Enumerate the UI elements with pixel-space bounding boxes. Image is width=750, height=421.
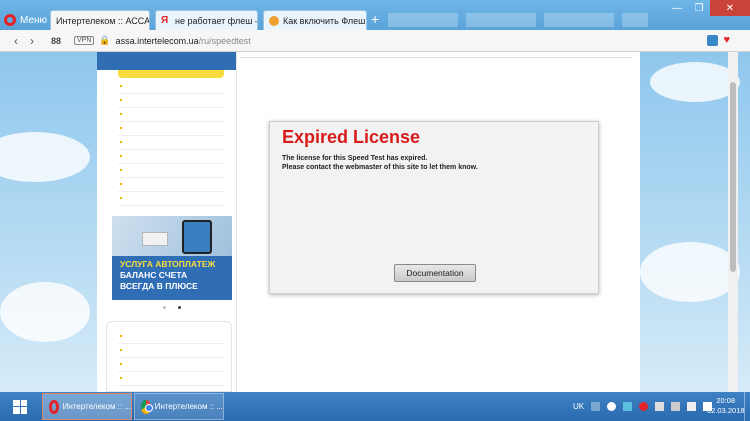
tab-intertelecom[interactable]: Интертелеком :: АССА ✕ [50, 10, 150, 30]
background-tab-area [388, 13, 648, 27]
site-layer: УСЛУГА АВТОПЛАТЕЖ БАЛАНС СЧЕТА ВСЕГДА В … [0, 52, 750, 392]
list-item[interactable] [118, 136, 224, 150]
tab-label: Как включить Флеш Плеер [283, 15, 366, 26]
list-item[interactable] [118, 372, 224, 386]
minimize-icon[interactable]: — [666, 0, 688, 16]
carousel-dot[interactable] [163, 306, 166, 309]
system-tray: UK [573, 392, 713, 421]
wifi-icon[interactable] [687, 402, 697, 411]
url-domain: assa.intertelecom.ua [115, 35, 199, 46]
page-scrollbar[interactable] [728, 52, 738, 392]
help-icon[interactable] [607, 402, 617, 411]
list-item[interactable] [118, 192, 224, 206]
documentation-button[interactable]: Documentation [394, 264, 476, 282]
tab-label: Интертелеком :: АССА [56, 15, 150, 26]
back-arrow-icon[interactable]: ‹ [8, 34, 24, 48]
tab-yandex-search[interactable]: Я не работает флеш — Янд ✕ [155, 10, 258, 30]
license-line-2: Please contact the webmaster of this sit… [282, 164, 478, 171]
banner-line: УСЛУГА АВТОПЛАТЕЖ [120, 259, 216, 269]
bookmark-heart-icon[interactable]: ♥ [723, 34, 730, 46]
carousel-dot-active[interactable] [178, 306, 181, 309]
vpn-badge[interactable]: VPN [74, 36, 95, 45]
forward-arrow-icon[interactable]: › [24, 34, 40, 48]
close-window-icon[interactable]: ✕ [710, 0, 750, 16]
taskbar-chrome[interactable]: Интертелеком :: ... [134, 393, 224, 420]
language-indicator[interactable]: UK [573, 402, 584, 411]
url-field[interactable]: assa.intertelecom.ua/ru/speedtest [116, 36, 251, 46]
list-item[interactable] [118, 164, 224, 178]
sidebar-menu-2 [118, 330, 224, 386]
opera-tray-icon[interactable] [639, 402, 649, 411]
list-item[interactable] [118, 122, 224, 136]
opera-icon [49, 399, 59, 414]
system-clock[interactable]: 20:08 02.03.2018 [707, 396, 745, 416]
windows-logo-icon [13, 399, 27, 414]
list-item[interactable] [118, 80, 224, 94]
list-item[interactable] [118, 150, 224, 164]
tab-flash-howto[interactable]: Как включить Флеш Плеер ✕ [263, 10, 367, 30]
card-icon [142, 232, 168, 246]
phone-icon [182, 220, 212, 254]
license-message: The license for this Speed Test has expi… [282, 154, 478, 172]
site-favicon-icon [269, 15, 279, 26]
adblock-shield-icon[interactable] [707, 34, 719, 46]
carousel-dots [163, 306, 181, 309]
taskbar-label: Интертелеком :: ... [154, 402, 223, 411]
clock-time: 20:08 [716, 396, 736, 405]
network-app-icon[interactable] [623, 402, 633, 411]
list-item[interactable] [118, 108, 224, 122]
sidebar-menu [118, 80, 224, 206]
scrollbar-thumb[interactable] [730, 82, 736, 272]
license-line-1: The license for this Speed Test has expi… [282, 155, 428, 162]
browser-tab-bar: Меню Интертелеком :: АССА ✕ Я не работае… [0, 0, 750, 30]
license-title: Expired License [282, 127, 421, 147]
yandex-icon: Я [161, 14, 169, 26]
show-desktop-button[interactable] [744, 392, 750, 421]
url-path: /ru/speedtest [198, 35, 251, 46]
taskbar-opera[interactable]: Интертелеком :: ... [42, 393, 132, 420]
opera-logo-icon [4, 14, 16, 26]
list-item[interactable] [118, 344, 224, 358]
menu-label: Меню [20, 14, 48, 26]
list-item[interactable] [118, 178, 224, 192]
divider [240, 57, 632, 58]
list-item[interactable] [118, 94, 224, 108]
expired-license-panel: Expired License The license for this Spe… [269, 121, 599, 294]
autopay-banner[interactable]: УСЛУГА АВТОПЛАТЕЖ БАЛАНС СЧЕТА ВСЕГДА В … [112, 216, 232, 300]
windows-taskbar: Интертелеком :: ... Интертелеком :: ... … [0, 392, 750, 421]
battery-icon[interactable] [671, 402, 681, 411]
flag-icon[interactable] [655, 402, 665, 411]
promo-yellow-bar [118, 70, 224, 78]
list-item[interactable] [118, 358, 224, 372]
address-bar: ‹ › 88 VPN 🔒 assa.intertelecom.ua/ru/spe… [0, 30, 750, 52]
opera-menu-button[interactable]: Меню [4, 10, 48, 30]
start-button[interactable] [0, 392, 40, 421]
banner-image [112, 216, 232, 256]
banner-line: БАЛАНС СЧЕТА [120, 270, 188, 280]
keyboard-icon[interactable] [591, 402, 601, 411]
clock-date: 02.03.2018 [707, 406, 745, 415]
lock-icon[interactable]: 🔒 [99, 35, 110, 46]
new-tab-plus-icon[interactable]: + [371, 11, 379, 27]
speed-dial-grid-icon[interactable]: 88 [48, 36, 64, 46]
list-item[interactable] [118, 330, 224, 344]
tab-label: не работает флеш — Янд [175, 15, 257, 26]
maximize-icon[interactable]: ❐ [688, 0, 710, 16]
banner-text: УСЛУГА АВТОПЛАТЕЖ БАЛАНС СЧЕТА ВСЕГДА В … [112, 256, 232, 300]
banner-line: ВСЕГДА В ПЛЮСЕ [120, 281, 198, 291]
top-promo-block [97, 52, 236, 70]
taskbar-label: Интертелеком :: ... [62, 402, 131, 411]
chrome-icon [141, 399, 153, 414]
